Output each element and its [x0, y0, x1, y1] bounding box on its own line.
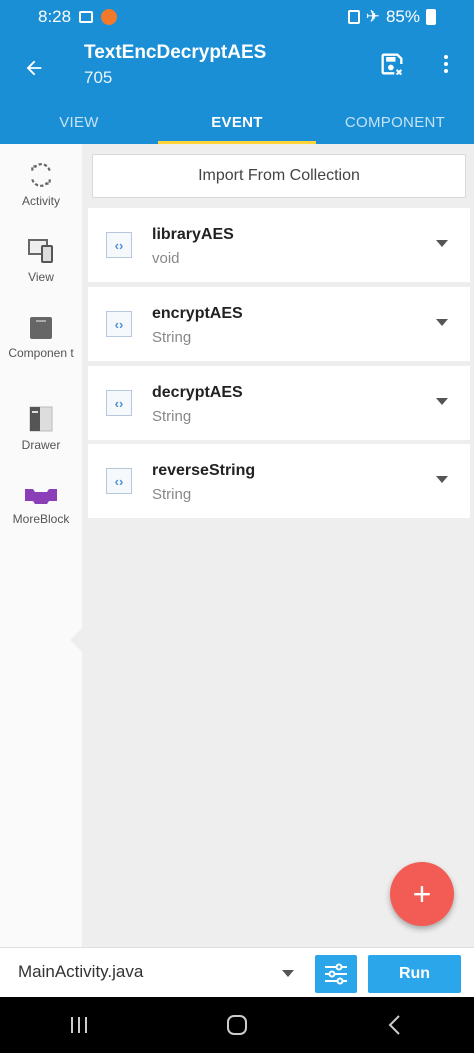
- block-name: decryptAES: [152, 384, 243, 401]
- arrow-left-icon: [26, 60, 42, 76]
- block-name: encryptAES: [152, 305, 243, 322]
- status-time: 8:28: [38, 7, 72, 26]
- chevron-down-icon[interactable]: [436, 398, 448, 405]
- code-brackets-icon: ‹›: [106, 468, 132, 494]
- tab-event[interactable]: EVENT: [158, 100, 316, 144]
- chevron-left-icon: [388, 1015, 400, 1035]
- recent-apps-icon: [71, 1017, 87, 1033]
- back-nav-button[interactable]: [375, 1005, 415, 1045]
- recent-apps-button[interactable]: [59, 1005, 99, 1045]
- more-vert-icon: [444, 55, 448, 59]
- build-settings-button[interactable]: [315, 955, 357, 993]
- sidebar-item-label: Componen t: [8, 346, 74, 360]
- bottom-bar: MainActivity.java Run: [0, 947, 474, 997]
- page-subtitle: 705: [84, 68, 113, 87]
- sidebar-item-label: Activity: [21, 194, 60, 208]
- block-type: String: [152, 486, 192, 503]
- chevron-down-icon[interactable]: [436, 240, 448, 247]
- battery-icon: [426, 9, 436, 25]
- event-list: Import From Collection ‹› libraryAES voi…: [82, 144, 474, 947]
- sidebar-item-drawer[interactable]: Drawer: [0, 406, 82, 453]
- list-item[interactable]: ‹› decryptAES String: [88, 366, 470, 440]
- page-title: TextEncDecryptAES: [84, 42, 267, 63]
- component-icon: [30, 317, 52, 339]
- lock-icon: [347, 10, 360, 24]
- selection-indicator: [70, 628, 82, 652]
- add-block-button[interactable]: +: [390, 862, 454, 926]
- sidebar-item-view[interactable]: View: [0, 238, 82, 285]
- refresh-icon: [31, 163, 51, 187]
- list-item[interactable]: ‹› libraryAES void: [88, 208, 470, 282]
- sliders-icon: [325, 963, 347, 985]
- system-nav-bar: [0, 997, 474, 1053]
- sidebar: Activity View Componen t Drawer MoreBloc…: [0, 144, 82, 947]
- list-item[interactable]: ‹› reverseString String: [88, 444, 470, 518]
- gallery-icon: [79, 11, 94, 23]
- sidebar-item-activity[interactable]: Activity: [0, 162, 82, 209]
- block-type: void: [152, 250, 180, 267]
- app-notification-icon: [101, 9, 118, 25]
- block-type: String: [152, 329, 192, 346]
- code-brackets-icon: ‹›: [106, 311, 132, 337]
- more-options-button[interactable]: [430, 46, 462, 82]
- code-brackets-icon: ‹›: [106, 390, 132, 416]
- sidebar-item-component[interactable]: Componen t: [0, 316, 82, 361]
- file-selector[interactable]: MainActivity.java: [18, 962, 143, 982]
- save-button[interactable]: [374, 46, 410, 82]
- chevron-down-icon[interactable]: [436, 319, 448, 326]
- battery-level: 85%: [385, 7, 420, 26]
- back-button[interactable]: [14, 48, 54, 88]
- chevron-down-icon[interactable]: [436, 476, 448, 483]
- save-icon: [381, 53, 403, 76]
- block-name: reverseString: [152, 462, 256, 479]
- status-bar: 8:28 ✈ 85%: [0, 0, 474, 34]
- sidebar-item-label: Drawer: [21, 438, 61, 452]
- list-item[interactable]: ‹› encryptAES String: [88, 287, 470, 361]
- code-brackets-icon: ‹›: [106, 232, 132, 258]
- tab-bar: VIEW EVENT COMPONENT: [0, 100, 474, 144]
- sidebar-item-label: MoreBlock: [12, 512, 70, 526]
- devices-icon: [28, 239, 53, 263]
- tab-component[interactable]: COMPONENT: [316, 100, 474, 144]
- sidebar-item-label: View: [28, 270, 54, 284]
- run-button[interactable]: Run: [368, 955, 461, 993]
- drawer-icon: [29, 406, 53, 432]
- caret-down-icon[interactable]: [282, 970, 294, 977]
- block-name: libraryAES: [152, 226, 234, 243]
- sidebar-item-moreblock[interactable]: MoreBlock: [0, 486, 82, 527]
- home-button[interactable]: [217, 1005, 257, 1045]
- moreblock-icon: [25, 489, 57, 504]
- import-from-collection-button[interactable]: Import From Collection: [92, 154, 466, 198]
- block-type: String: [152, 408, 192, 425]
- app-bar: TextEncDecryptAES 705 VIEW EVENT COMPONE…: [0, 34, 474, 144]
- tab-view[interactable]: VIEW: [0, 100, 158, 144]
- airplane-icon: ✈: [365, 7, 380, 26]
- home-icon: [227, 1015, 247, 1035]
